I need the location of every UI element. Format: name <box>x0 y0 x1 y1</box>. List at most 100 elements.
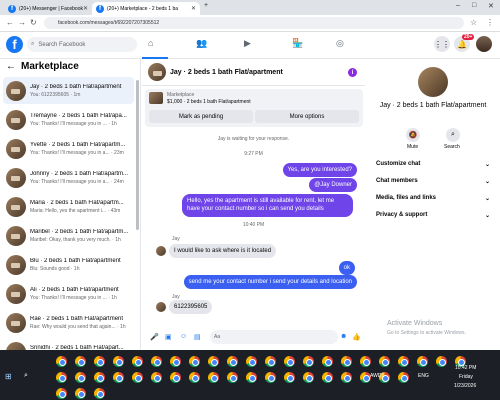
listing-price[interactable]: $1,000 · 2 beds 1 bath Flat/apartment <box>167 99 251 105</box>
search-facebook-input[interactable]: ⌕ Search Facebook <box>27 37 137 52</box>
customize-chat-row[interactable]: Customize chat ⌄ <box>376 161 490 168</box>
clock-time[interactable]: 10:42 PM <box>455 365 476 371</box>
chrome-taskbar-icon[interactable] <box>284 356 295 367</box>
chrome-taskbar-icon[interactable] <box>360 356 371 367</box>
chrome-taskbar-icon[interactable] <box>189 356 200 367</box>
chrome-taskbar-icon[interactable] <box>75 372 86 383</box>
privacy-support-row[interactable]: Privacy & support ⌄ <box>376 212 490 219</box>
incoming-message[interactable]: 6122395605 <box>169 300 213 315</box>
chat-list-item[interactable]: Yvette · 2 beds 1 bath Flat/apartm... You… <box>3 135 134 162</box>
tab-marketplace[interactable]: f (20+) Marketplace - 2 beds 1 ba ✕ <box>92 2 200 15</box>
message-input[interactable]: Aa <box>210 330 338 344</box>
chrome-taskbar-icon[interactable] <box>94 356 105 367</box>
chrome-taskbar-icon[interactable] <box>75 388 86 399</box>
chrome-taskbar-icon[interactable] <box>113 372 124 383</box>
minimize-icon[interactable]: – <box>456 2 460 9</box>
chrome-taskbar-icon[interactable] <box>151 356 162 367</box>
chrome-taskbar-icon[interactable] <box>208 356 219 367</box>
outgoing-message[interactable]: Hello, yes the apartment is still availa… <box>182 194 353 217</box>
outgoing-message[interactable]: @Jay Downer <box>309 178 357 193</box>
back-icon[interactable]: ← <box>6 18 14 27</box>
facebook-logo-icon[interactable]: f <box>6 36 23 53</box>
outgoing-message[interactable]: ok <box>338 261 355 276</box>
close-window-icon[interactable]: ✕ <box>488 2 494 10</box>
profile-avatar[interactable] <box>476 36 492 52</box>
chrome-taskbar-icon[interactable] <box>284 372 295 383</box>
outgoing-message[interactable]: Yes, are you interested? <box>282 163 357 178</box>
chrome-taskbar-icon[interactable] <box>170 372 181 383</box>
more-options-button[interactable]: More options <box>255 110 359 123</box>
sticker-icon[interactable]: ☺ <box>180 333 187 340</box>
mute-icon[interactable]: 🔕 <box>406 128 420 142</box>
back-arrow-icon[interactable]: ← <box>6 61 16 72</box>
reload-icon[interactable]: ↻ <box>30 18 37 27</box>
chat-list-item[interactable]: Blu · 2 beds 1 bath Flat/apartment Blu: S… <box>3 251 134 278</box>
sidebar-scrollbar[interactable] <box>136 80 139 230</box>
new-tab-icon[interactable]: + <box>204 2 208 9</box>
chat-list-item[interactable]: Ali · 2 beds 1 bath Flat/apartment You: T… <box>3 280 134 307</box>
emoji-icon[interactable]: ☻ <box>340 333 347 340</box>
outgoing-message[interactable]: send me your contact number i send your … <box>183 275 357 290</box>
chat-list-item[interactable]: Johnny · 2 beds 1 bath Flat/apartm... You… <box>3 164 134 191</box>
chrome-taskbar-icon[interactable] <box>113 356 124 367</box>
chat-list-item[interactable]: Jay · 2 beds 1 bath Flat/apartment You: 6… <box>3 77 134 104</box>
windows-start-icon[interactable]: ⊞ <box>5 372 12 381</box>
chrome-taskbar-icon[interactable] <box>303 372 314 383</box>
chrome-taskbar-icon[interactable] <box>75 356 86 367</box>
chrome-taskbar-icon[interactable] <box>341 372 352 383</box>
media-files-links-row[interactable]: Media, files and links ⌄ <box>376 195 490 202</box>
chrome-taskbar-icon[interactable] <box>322 372 333 383</box>
chat-list-item[interactable]: Märibēl · 2 beds 1 bath Flat/apartm... Ma… <box>3 222 134 249</box>
mark-as-pending-button[interactable]: Mark as pending <box>149 110 253 123</box>
chrome-taskbar-icon[interactable] <box>132 372 143 383</box>
tab-messenger[interactable]: f (20+) Messenger | Facebook ✕ <box>4 2 90 15</box>
chrome-taskbar-icon[interactable] <box>265 372 276 383</box>
close-tab-icon[interactable]: ✕ <box>191 5 196 12</box>
friends-icon[interactable]: 👥 <box>196 38 207 49</box>
chrome-taskbar-icon[interactable] <box>398 356 409 367</box>
info-icon[interactable]: i <box>348 68 357 77</box>
listing-thumbnail[interactable] <box>149 92 163 104</box>
search-icon[interactable]: ⌕ <box>446 128 460 142</box>
chrome-taskbar-icon[interactable] <box>56 388 67 399</box>
chrome-taskbar-icon[interactable] <box>379 356 390 367</box>
tray-language[interactable]: ENG <box>418 373 429 379</box>
url-field[interactable]: facebook.com/messages/t/692207207305512 <box>44 17 464 29</box>
incoming-message[interactable]: I would like to ask where is it located <box>169 244 277 259</box>
chrome-taskbar-icon[interactable] <box>94 388 105 399</box>
menu-grid-icon[interactable]: ⋮⋮ <box>434 36 450 52</box>
chrome-taskbar-icon[interactable] <box>398 372 409 383</box>
marketplace-icon[interactable]: 🏪 <box>292 38 303 49</box>
chat-list-item[interactable]: Srinidhi · 2 beds 1 bath Flat/apart...Yo… <box>3 338 134 350</box>
close-tab-icon[interactable]: ✕ <box>83 5 88 12</box>
chrome-taskbar-icon[interactable] <box>94 372 105 383</box>
chrome-taskbar-icon[interactable] <box>227 372 238 383</box>
chrome-taskbar-icon[interactable] <box>303 356 314 367</box>
chrome-taskbar-icon[interactable] <box>170 356 181 367</box>
forward-icon[interactable]: → <box>18 18 26 27</box>
chrome-taskbar-icon[interactable] <box>227 356 238 367</box>
chrome-taskbar-icon[interactable] <box>246 372 257 383</box>
like-icon[interactable]: 👍 <box>352 333 361 341</box>
chrome-taskbar-icon[interactable] <box>208 372 219 383</box>
chrome-taskbar-icon[interactable] <box>246 356 257 367</box>
maximize-icon[interactable]: □ <box>472 2 476 9</box>
chat-list-item[interactable]: Tremayne · 2 beds 1 bath Flat/apa... You:… <box>3 106 134 133</box>
gif-icon[interactable]: ▤ <box>194 333 201 341</box>
image-icon[interactable]: ▣ <box>165 333 172 341</box>
chrome-taskbar-icon[interactable] <box>417 356 428 367</box>
chrome-taskbar-icon[interactable] <box>151 372 162 383</box>
search-icon[interactable]: ⌕ <box>24 372 28 380</box>
chrome-taskbar-icon[interactable] <box>265 356 276 367</box>
star-icon[interactable]: ☆ <box>470 18 477 27</box>
chrome-taskbar-icon[interactable] <box>341 356 352 367</box>
chrome-taskbar-icon[interactable] <box>189 372 200 383</box>
groups-icon[interactable]: ◎ <box>336 38 344 49</box>
video-icon[interactable]: ▶ <box>244 38 251 49</box>
chrome-taskbar-icon[interactable] <box>56 372 67 383</box>
browser-menu-icon[interactable]: ⋮ <box>486 18 494 27</box>
chrome-taskbar-icon[interactable] <box>132 356 143 367</box>
microphone-icon[interactable]: 🎤 <box>150 333 159 341</box>
conversation-title[interactable]: Jay · 2 beds 1 bath Flat/apartment <box>170 69 283 76</box>
chat-list-item[interactable]: Maria · 2 beds 1 bath Flat/apartm... Mari… <box>3 193 134 220</box>
